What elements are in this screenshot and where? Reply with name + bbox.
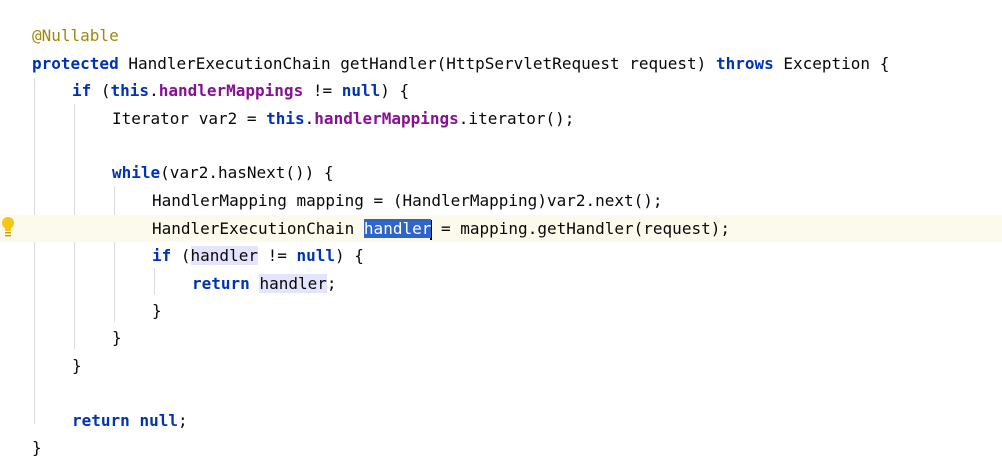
code-text: if (this.handlerMappings != null) { (72, 77, 409, 104)
highlighted-usage: handler (190, 246, 258, 265)
code-line[interactable]: protected HandlerExecutionChain getHandl… (0, 50, 1002, 77)
code-token: != (257, 246, 297, 265)
code-line[interactable]: if (this.handlerMappings != null) { (0, 77, 1002, 104)
selected-identifier: handler (363, 219, 432, 238)
code-token: } (72, 356, 82, 375)
code-text: while(var2.hasNext()) { (112, 159, 334, 186)
code-text: } (72, 352, 82, 379)
code-token: ) { (380, 81, 410, 100)
code-line[interactable] (0, 380, 1002, 407)
code-text: protected HandlerExecutionChain getHandl… (32, 50, 889, 77)
code-token: .iterator(); (458, 109, 575, 128)
code-text: if (handler != null) { (152, 242, 364, 269)
annotation-token: @Nullable (32, 26, 119, 45)
code-token: HandlerMapping mapping = (HandlerMapping… (152, 191, 663, 210)
code-text: } (32, 434, 42, 461)
code-token: } (32, 438, 42, 457)
code-text: HandlerExecutionChain handler = mapping.… (152, 215, 730, 242)
code-line[interactable]: @Nullable (0, 22, 1002, 49)
code-token: HandlerExecutionChain (152, 219, 364, 238)
keyword-token: protected (32, 54, 119, 73)
keyword-token: return (192, 274, 250, 293)
code-token: HandlerExecutionChain getHandler(HttpSer… (118, 54, 716, 73)
keyword-token: null (341, 81, 381, 100)
code-token: Exception { (773, 54, 890, 73)
code-text: return null; (72, 407, 188, 434)
lightbulb-icon[interactable] (1, 216, 15, 238)
code-line[interactable]: HandlerMapping mapping = (HandlerMapping… (0, 187, 1002, 214)
code-line[interactable]: } (0, 324, 1002, 351)
code-text: return handler; (192, 270, 337, 297)
keyword-token: if (152, 246, 172, 265)
code-line[interactable]: } (0, 434, 1002, 461)
code-text: } (152, 297, 162, 324)
field-token: handlerMappings (158, 81, 304, 100)
keyword-token: null (296, 246, 336, 265)
code-editor[interactable]: @Nullable protected HandlerExecutionChain… (0, 0, 1002, 468)
code-token: ( (171, 246, 191, 265)
code-line[interactable]: return handler; (0, 270, 1002, 297)
code-line[interactable]: Iterator var2 = this.handlerMappings.ite… (0, 105, 1002, 132)
current-code-line[interactable]: HandlerExecutionChain handler = mapping.… (0, 215, 1002, 242)
code-token: } (112, 328, 122, 347)
keyword-token: throws (715, 54, 774, 73)
code-text: Iterator var2 = this.handlerMappings.ite… (112, 105, 574, 132)
keyword-token: this (110, 81, 150, 100)
code-token: ( (91, 81, 111, 100)
code-line[interactable]: return null; (0, 407, 1002, 434)
code-line[interactable]: while(var2.hasNext()) { (0, 159, 1002, 186)
code-line[interactable]: } (0, 352, 1002, 379)
code-token: . (304, 109, 315, 128)
code-token: ) { (335, 246, 364, 265)
code-token: ; (177, 411, 188, 430)
code-token: = mapping.getHandler(request); (431, 219, 730, 238)
code-token: (var2.hasNext()) { (160, 163, 334, 182)
keyword-token: while (112, 163, 161, 182)
code-token: != (303, 81, 342, 100)
code-line[interactable]: if (handler != null) { (0, 242, 1002, 269)
code-token: ; (326, 274, 337, 293)
code-text: } (112, 324, 122, 351)
code-line[interactable] (0, 132, 1002, 159)
field-token: handlerMappings (314, 109, 459, 128)
code-text: @Nullable (32, 22, 119, 49)
keyword-token: return (72, 411, 130, 430)
code-line[interactable]: } (0, 297, 1002, 324)
highlighted-usage: handler (259, 274, 327, 293)
code-token: } (152, 301, 162, 320)
code-text: HandlerMapping mapping = (HandlerMapping… (152, 187, 663, 214)
code-token: . (149, 81, 159, 100)
keyword-token: this (266, 109, 305, 128)
code-token: Iterator var2 = (112, 109, 267, 128)
keyword-token: if (72, 81, 92, 100)
keyword-token: null (139, 411, 178, 430)
